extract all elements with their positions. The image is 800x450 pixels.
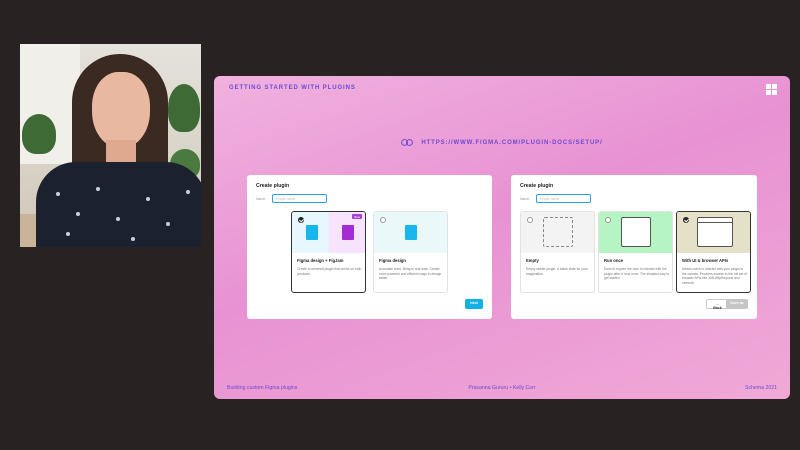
option-description: Doesn't require the user to interact wit… — [604, 267, 670, 281]
option-run-once[interactable]: Run once Doesn't require the user to int… — [598, 211, 673, 293]
next-button[interactable]: Next — [465, 299, 483, 309]
option-empty[interactable]: Empty Empty starter plugin. A blank slat… — [520, 211, 595, 293]
pattern-dot — [186, 190, 190, 194]
pattern-dot — [131, 237, 135, 241]
option-preview — [521, 212, 594, 253]
webcam-plant — [22, 114, 56, 154]
webcam-feed — [20, 44, 201, 247]
back-label: Back — [713, 306, 722, 310]
option-name: Figma design + FigJam — [297, 258, 344, 263]
docs-url[interactable]: HTTPS://WWW.FIGMA.COM/PLUGIN-DOCS/SETUP/ — [421, 140, 602, 146]
run-once-frame-icon — [621, 217, 651, 247]
url-row: HTTPS://WWW.FIGMA.COM/PLUGIN-DOCS/SETUP/ — [214, 139, 790, 146]
dialog-title: Create plugin — [256, 183, 290, 189]
option-preview: Beta — [292, 212, 365, 253]
option-name: Figma design — [379, 258, 406, 263]
empty-frame-icon — [543, 217, 573, 247]
beta-badge: Beta — [352, 214, 362, 219]
slide-title: GETTING STARTED WITH PLUGINS — [229, 85, 356, 91]
plugin-name-input[interactable]: Plugin name — [536, 194, 591, 203]
footer-presenters: Prasanna Gururu • Kelly Corr — [468, 385, 536, 391]
dialog-title: Create plugin — [520, 183, 554, 189]
option-figma-figjam[interactable]: Beta Figma design + FigJam Create a univ… — [291, 211, 366, 293]
pattern-dot — [76, 212, 80, 216]
presentation-slide: GETTING STARTED WITH PLUGINS HTTPS://WWW… — [214, 76, 790, 399]
figma-file-icon — [405, 225, 417, 240]
create-plugin-dialog-step2: Create plugin Name Plugin name Empty Emp… — [511, 175, 757, 319]
browser-window-icon — [697, 217, 733, 247]
option-preview — [677, 212, 750, 253]
radio-unchecked-icon — [605, 217, 611, 223]
pattern-dot — [116, 217, 120, 221]
footer-right: Schema 2021 — [744, 385, 777, 391]
option-description: Create a universal plugin that works on … — [297, 267, 362, 276]
radio-unchecked-icon — [380, 217, 386, 223]
name-label: Name — [256, 197, 266, 201]
link-icon — [401, 139, 414, 146]
figjam-file-icon — [342, 225, 354, 240]
option-description: Empty starter plugin. A blank slate for … — [526, 267, 588, 276]
option-ui-browser-apis[interactable]: With UI & browser APIs Allows users to i… — [676, 211, 751, 293]
option-description: Automate work. Bring in real data. Creat… — [379, 267, 442, 281]
radio-checked-icon — [298, 217, 304, 223]
option-name: With UI & browser APIs — [682, 258, 729, 263]
plugin-name-input[interactable]: Plugin name — [272, 194, 327, 203]
webcam-plant — [168, 84, 200, 132]
pattern-dot — [166, 222, 170, 226]
window-titlebar — [698, 218, 732, 223]
option-figma-design[interactable]: Figma design Automate work. Bring in rea… — [373, 211, 448, 293]
pattern-dot — [56, 192, 60, 196]
name-label: Name — [520, 197, 530, 201]
option-preview — [599, 212, 672, 253]
radio-unchecked-icon — [527, 217, 533, 223]
webcam-face — [92, 72, 150, 148]
option-description: Allows users to interact with your plugi… — [682, 267, 748, 285]
save-button[interactable]: Save as — [726, 299, 748, 309]
radio-checked-icon — [683, 217, 689, 223]
pattern-dot — [96, 187, 100, 191]
figma-file-icon — [306, 225, 318, 240]
option-name: Empty — [526, 258, 539, 263]
pattern-dot — [66, 232, 70, 236]
pattern-dot — [146, 197, 150, 201]
windows-logo-icon — [766, 84, 777, 95]
option-preview — [374, 212, 447, 253]
webcam-person — [36, 162, 201, 247]
option-name: Run once — [604, 258, 624, 263]
create-plugin-dialog-step1: Create plugin Name Plugin name Beta Figm… — [247, 175, 492, 319]
